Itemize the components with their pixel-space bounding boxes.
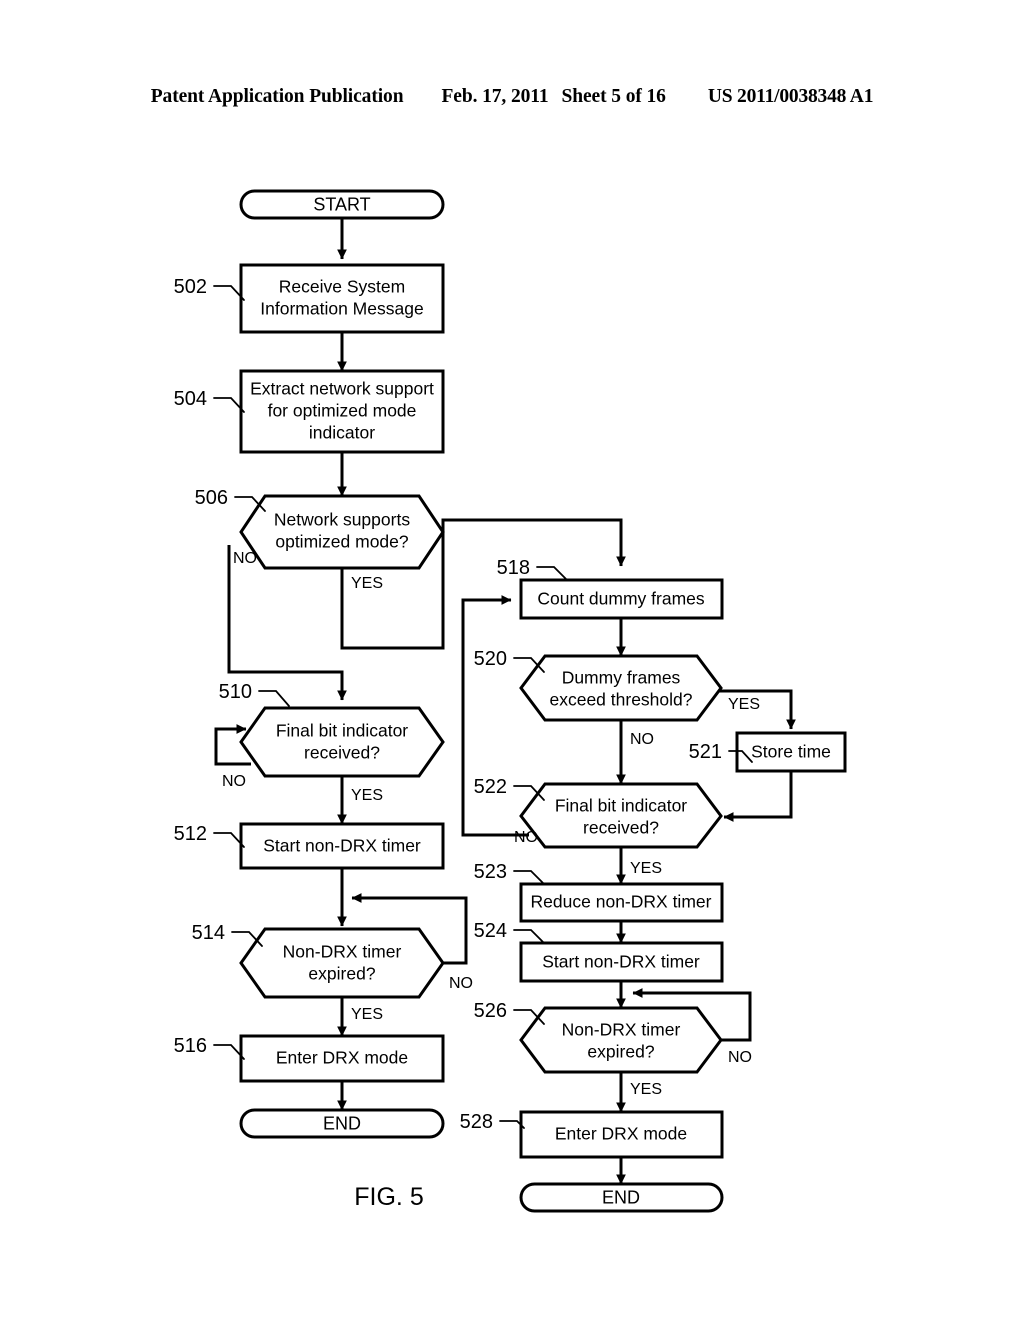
node-521-label: Store time	[751, 742, 831, 762]
ref-number-514: 514	[192, 922, 225, 944]
node-504-label-line3: indicator	[309, 423, 375, 443]
figure-caption: FIG. 5	[354, 1183, 423, 1211]
leader-line-523	[513, 870, 545, 885]
node-520-label-line2: exceed threshold?	[549, 690, 692, 710]
node-528-label: Enter DRX mode	[555, 1124, 687, 1144]
node-523-label: Reduce non-DRX timer	[531, 892, 712, 912]
node-504-label-line2: for optimized mode	[268, 401, 417, 421]
node-506: Network supports optimized mode?	[239, 494, 445, 570]
patent-page: Patent Application Publication Feb. 17, …	[0, 0, 1024, 1320]
ref-number-524: 524	[474, 920, 507, 942]
node-510-label-line1: Final bit indicator	[276, 721, 408, 741]
ref-number-520: 520	[474, 648, 507, 670]
node-end-right-label: END	[602, 1187, 640, 1207]
leader-line-518	[536, 566, 568, 581]
node-514-label-line2: expired?	[308, 964, 375, 984]
node-521: Store time	[735, 731, 847, 773]
node-502: Receive System Information Message	[239, 263, 445, 334]
flowchart-figure: START Receive System Information Message…	[174, 189, 847, 1213]
branch-label-514-yes: YES	[351, 1006, 383, 1023]
connector-521-to-522	[723, 771, 793, 822]
node-504-label-line1: Extract network support	[250, 379, 434, 399]
branch-label-510-no: NO	[222, 773, 246, 790]
node-520-label-line1: Dummy frames	[562, 668, 681, 688]
node-523: Reduce non-DRX timer	[519, 882, 724, 923]
leader-line-510	[258, 690, 290, 707]
branch-label-506-yes: YES	[351, 575, 383, 592]
node-510-label-line2: received?	[304, 743, 380, 763]
node-528: Enter DRX mode	[519, 1110, 724, 1159]
node-520: Dummy frames exceed threshold?	[519, 654, 723, 722]
node-522-label-line1: Final bit indicator	[555, 796, 687, 816]
ref-number-512: 512	[174, 823, 207, 845]
branch-label-522-yes: YES	[630, 860, 662, 877]
ref-number-522: 522	[474, 776, 507, 798]
ref-number-506: 506	[195, 487, 228, 509]
node-524-label: Start non-DRX timer	[542, 952, 700, 972]
node-514-label-line1: Non-DRX timer	[283, 942, 402, 962]
ref-number-502: 502	[174, 276, 207, 298]
ref-number-516: 516	[174, 1035, 207, 1057]
node-516-label: Enter DRX mode	[276, 1048, 408, 1068]
node-512: Start non-DRX timer	[239, 822, 445, 870]
branch-label-510-yes: YES	[351, 787, 383, 804]
node-502-label-line1: Receive System	[279, 277, 405, 297]
node-start-left-label: START	[313, 194, 370, 214]
branch-label-520-yes: YES	[728, 696, 760, 713]
ref-number-504: 504	[174, 388, 207, 410]
node-end-left-label: END	[323, 1113, 361, 1133]
node-522: Final bit indicator received?	[519, 782, 723, 849]
ref-number-528: 528	[460, 1111, 493, 1133]
node-510: Final bit indicator received?	[239, 706, 445, 778]
branch-label-506-no: NO	[233, 550, 257, 567]
branch-label-522-no: NO	[514, 829, 538, 846]
ref-number-518: 518	[497, 557, 530, 579]
node-522-label-line2: received?	[583, 818, 659, 838]
branch-label-526-no: NO	[728, 1049, 752, 1066]
node-506-label-line1: Network supports	[274, 510, 410, 530]
branch-label-514-no: NO	[449, 975, 473, 992]
node-516: Enter DRX mode	[239, 1034, 445, 1083]
node-514: Non-DRX timer expired?	[239, 927, 445, 999]
branch-label-526-yes: YES	[630, 1081, 662, 1098]
node-524: Start non-DRX timer	[519, 941, 724, 983]
node-526-label-line1: Non-DRX timer	[562, 1020, 681, 1040]
ref-number-521: 521	[689, 741, 722, 763]
node-518-label: Count dummy frames	[537, 589, 705, 609]
node-506-label-line2: optimized mode?	[275, 532, 409, 552]
node-start-left: START	[239, 189, 445, 220]
node-526-label-line2: expired?	[587, 1042, 654, 1062]
branch-label-520-no: NO	[630, 731, 654, 748]
node-502-label-line2: Information Message	[260, 299, 423, 319]
ref-number-523: 523	[474, 861, 507, 883]
node-504: Extract network support for optimized mo…	[239, 369, 445, 454]
ref-number-526: 526	[474, 1000, 507, 1022]
node-end-right: END	[519, 1182, 724, 1213]
connector-522-no-to-518	[461, 595, 529, 837]
node-512-label: Start non-DRX timer	[263, 836, 421, 856]
node-end-left: END	[239, 1108, 445, 1139]
leader-line-524	[513, 929, 545, 944]
node-526: Non-DRX timer expired?	[519, 1006, 723, 1074]
ref-number-510: 510	[219, 681, 252, 703]
node-518: Count dummy frames	[519, 578, 724, 620]
